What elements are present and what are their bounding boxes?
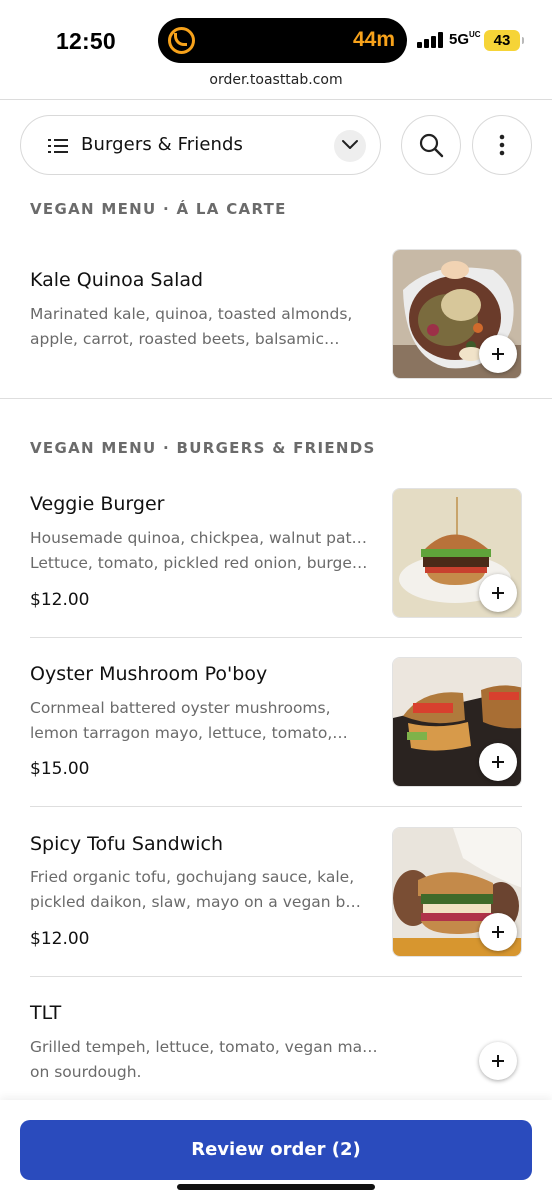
item-name: Kale Quinoa Salad	[30, 269, 204, 291]
add-item-button[interactable]	[479, 743, 517, 781]
item-description: Fried organic tofu, gochujang sauce, kal…	[30, 868, 368, 911]
status-time: 12:50	[56, 28, 116, 54]
item-description: Marinated kale, quinoa, toasted almonds,…	[30, 305, 353, 348]
section-divider	[0, 398, 552, 399]
item-description: Cornmeal battered oyster mushrooms, lemo…	[30, 699, 348, 742]
section-heading: VEGAN MENU · Á LA CARTE	[30, 200, 287, 218]
item-price: $12.00	[30, 590, 90, 610]
add-item-button[interactable]	[479, 574, 517, 612]
item-price: $12.00	[30, 929, 90, 949]
more-options-button[interactable]	[472, 115, 532, 175]
item-name: Veggie Burger	[30, 493, 165, 515]
section-heading: VEGAN MENU · BURGERS & FRIENDS	[30, 439, 376, 457]
url-bar[interactable]: order.toasttab.com	[0, 72, 552, 88]
item-divider	[30, 637, 522, 638]
item-price: $15.00	[30, 759, 90, 779]
home-indicator[interactable]	[177, 1184, 375, 1190]
review-order-button[interactable]: Review order (2)	[20, 1120, 532, 1180]
category-label: Burgers & Friends	[81, 134, 244, 155]
item-name: TLT	[30, 1002, 62, 1024]
timer-icon	[168, 27, 195, 54]
timer-text: 44m	[352, 28, 395, 51]
item-divider	[30, 976, 522, 977]
item-name: Oyster Mushroom Po'boy	[30, 663, 268, 685]
dynamic-island[interactable]: 44m	[158, 18, 407, 63]
item-description: Housemade quinoa, chickpea, walnut patty…	[30, 529, 368, 572]
signal-icon	[417, 32, 443, 48]
add-item-button[interactable]	[479, 913, 517, 951]
item-divider	[30, 806, 522, 807]
chevron-down-icon[interactable]	[334, 130, 366, 162]
battery-icon: 43	[484, 30, 524, 51]
search-icon	[419, 133, 444, 158]
network-type: 5GUC	[449, 30, 481, 49]
add-item-button[interactable]	[479, 1042, 517, 1080]
search-button[interactable]	[401, 115, 461, 175]
item-description: Grilled tempeh, lettuce, tomato, vegan m…	[30, 1038, 380, 1081]
category-selector[interactable]: Burgers & Friends	[20, 115, 381, 175]
status-bar: 12:50 44m 5GUC 43 order.toasttab.com	[0, 0, 552, 88]
add-item-button[interactable]	[479, 335, 517, 373]
item-name: Spicy Tofu Sandwich	[30, 833, 224, 855]
list-icon	[48, 138, 68, 154]
header-divider	[0, 99, 552, 100]
more-vertical-icon	[499, 134, 505, 156]
